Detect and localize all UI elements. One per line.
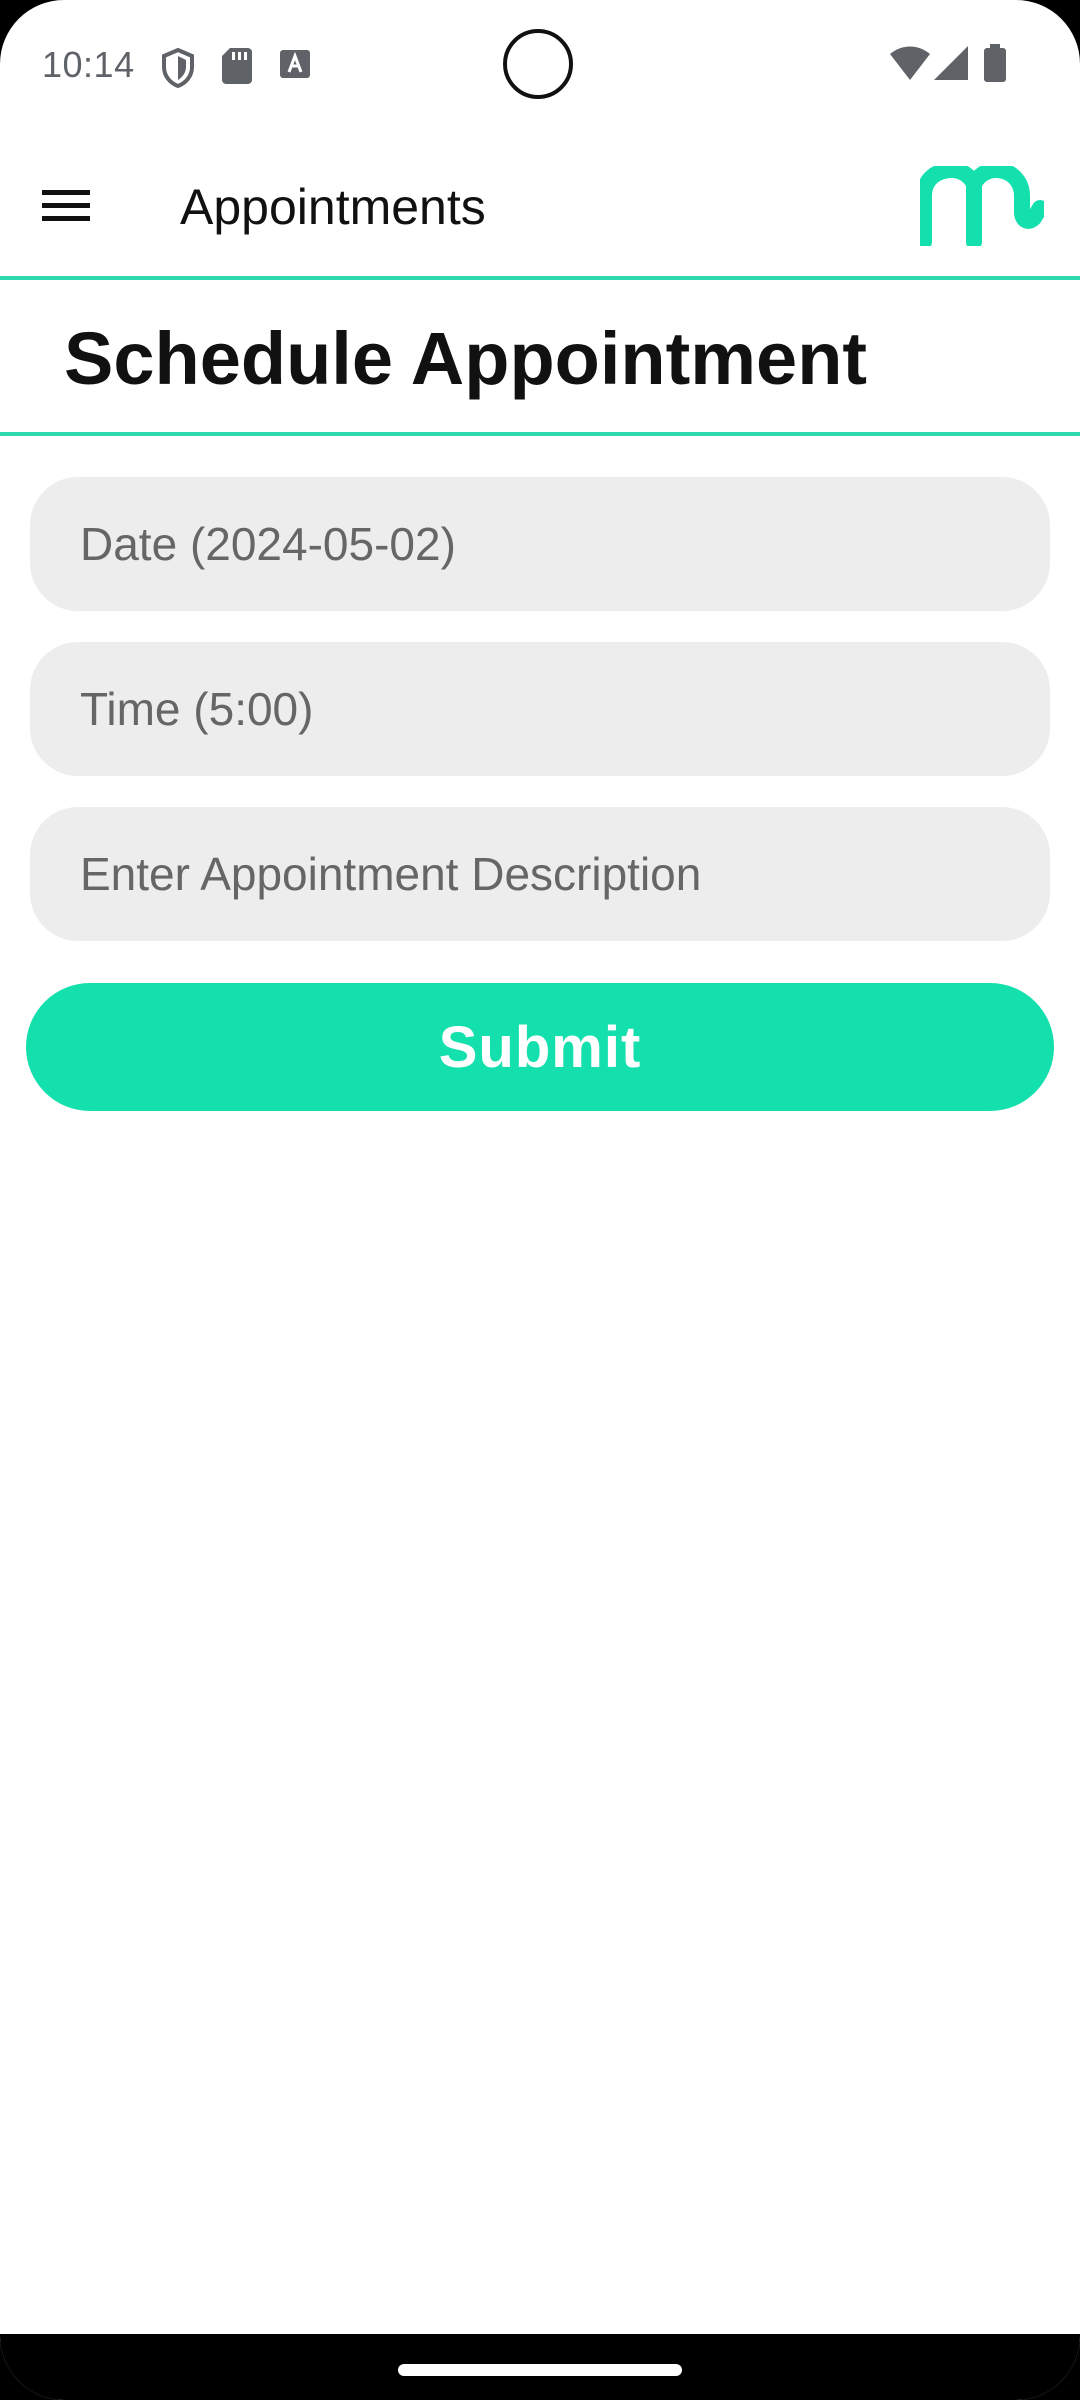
status-bar: 10:14 [0,0,1080,130]
time-input[interactable] [78,681,1050,737]
schedule-heading: Schedule Appointment [64,317,868,400]
description-input[interactable] [78,846,1050,902]
system-nav-bar [0,2334,1080,2400]
home-indicator[interactable] [398,2364,682,2376]
app-screen: 10:14 Appointments Schedule Appointment … [0,0,1080,2400]
sd-card-icon [222,48,252,84]
date-input[interactable] [78,516,1050,572]
elephant-logo-icon [920,166,1044,246]
submit-button[interactable]: Submit [26,983,1054,1111]
hamburger-menu-icon[interactable] [40,184,96,228]
front-camera [503,29,573,99]
app-bar: Appointments [0,140,1080,280]
status-time: 10:14 [42,44,135,85]
description-field[interactable] [30,807,1050,941]
shield-icon [162,48,194,88]
page-title: Appointments [180,179,486,235]
signal-icon [934,46,968,80]
keyboard-a-icon [280,50,310,78]
section-header: Schedule Appointment [0,280,1080,436]
time-field[interactable] [30,642,1050,776]
wifi-icon [890,46,930,80]
battery-icon [984,44,1006,82]
date-field[interactable] [30,477,1050,611]
